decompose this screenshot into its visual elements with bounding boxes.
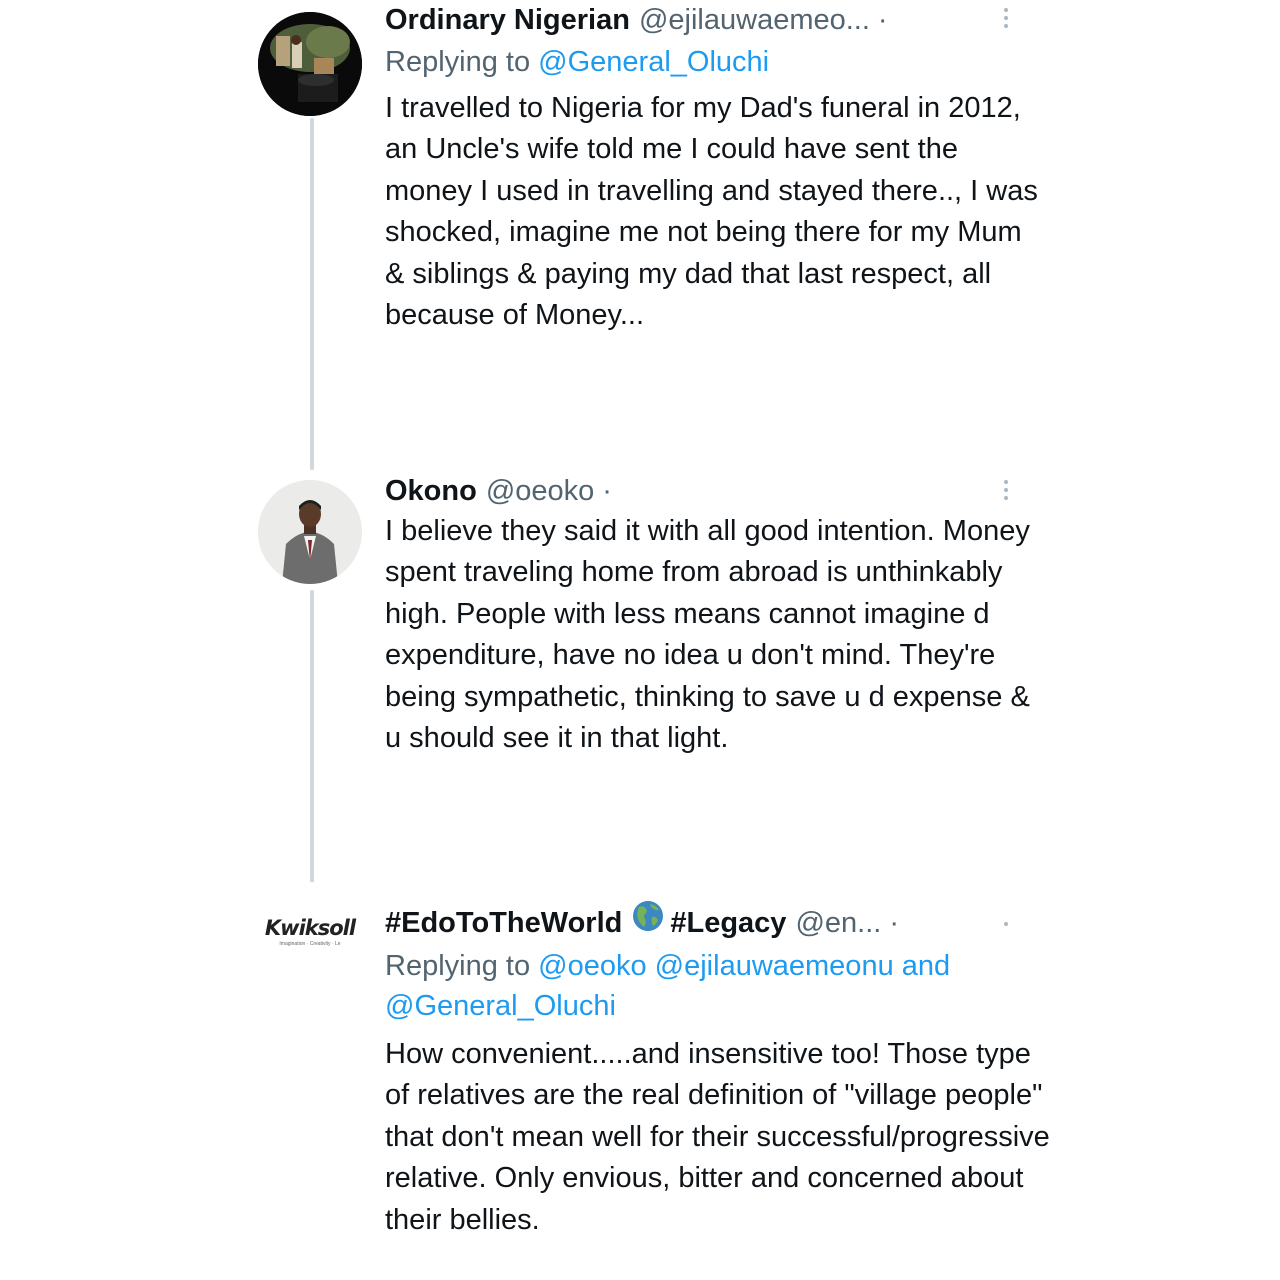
tweet-header: #EdoToTheWorld #Legacy @en... · — [385, 900, 1055, 943]
replying-to: Replying to @General_Oluchi — [385, 42, 1045, 82]
tweet: Ordinary Nigerian @ejilauwaemeo... · Rep… — [385, 0, 1045, 336]
user-handle[interactable]: @en... — [795, 903, 881, 943]
tweet-header: Ordinary Nigerian @ejilauwaemeo... · — [385, 0, 1045, 40]
separator-dot: · — [889, 907, 899, 939]
mention-link[interactable]: @General_Oluchi — [385, 990, 616, 1022]
mention-link[interactable]: @oeoko — [538, 950, 646, 982]
display-name[interactable]: Ordinary Nigerian — [385, 0, 630, 40]
mention-link[interactable]: @ejilauwaemeonu — [655, 950, 894, 982]
others-link[interactable]: and — [902, 950, 950, 982]
avatar[interactable] — [258, 480, 362, 584]
avatar-photo — [258, 480, 362, 584]
replying-prefix: Replying to — [385, 46, 531, 78]
separator-dot: · — [602, 475, 612, 507]
thread-connector — [310, 118, 314, 470]
avatar[interactable] — [258, 12, 362, 116]
logo-wordmark: Kwiksoll — [264, 916, 356, 940]
avatar-logo: Kwiksoll Imagination · Creativity · Le — [258, 916, 362, 947]
display-name[interactable]: #EdoToTheWorld — [385, 903, 622, 943]
avatar[interactable]: Kwiksoll Imagination · Creativity · Le — [258, 882, 362, 986]
tweet-header: Okono @oeoko · — [385, 471, 1045, 511]
tweet-text: How convenient.....and insensitive too! … — [385, 1038, 1050, 1236]
tweet-text: I believe they said it with all good int… — [385, 515, 1030, 755]
logo-tagline: Imagination · Creativity · Le — [279, 941, 341, 947]
user-handle[interactable]: @oeoko — [486, 471, 594, 511]
tweet: #EdoToTheWorld #Legacy @en... · Replying… — [385, 900, 1055, 1241]
globe-icon — [633, 901, 664, 931]
tweet-text: I travelled to Nigeria for my Dad's fune… — [385, 92, 1038, 332]
thread-connector — [310, 590, 314, 896]
mention-link[interactable]: @General_Oluchi — [538, 46, 769, 78]
tweet: Okono @oeoko · I believe they said it wi… — [385, 471, 1045, 759]
display-name[interactable]: Okono — [385, 471, 477, 511]
avatar-photo — [258, 12, 362, 116]
user-handle[interactable]: @ejilauwaemeo... — [639, 0, 870, 40]
display-name-suffix[interactable]: #Legacy — [670, 903, 786, 943]
replying-to: Replying to @oeoko @ejilauwaemeonu and @… — [385, 946, 1055, 1026]
separator-dot: · — [877, 4, 888, 36]
replying-prefix: Replying to — [385, 950, 531, 982]
